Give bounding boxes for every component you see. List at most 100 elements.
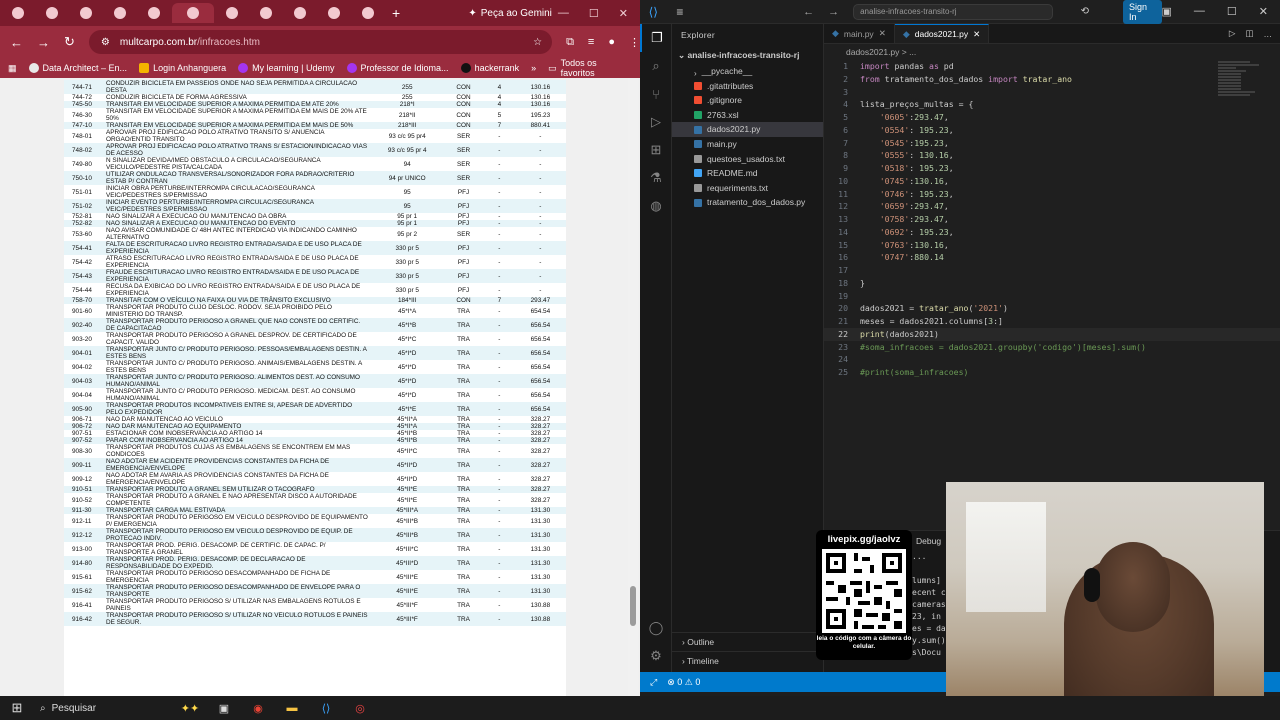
code-line[interactable]: 5 '0605':293.47, <box>824 111 1280 124</box>
code-line[interactable]: 22 print(dados2021) <box>824 327 1280 341</box>
all-bookmarks[interactable]: ▭ Todos os favoritos <box>548 58 632 78</box>
layout-icon[interactable]: ▣ <box>1162 5 1172 18</box>
settings-gear-icon[interactable]: ⚙ <box>640 642 672 670</box>
minimize-icon[interactable]: — <box>1194 5 1205 18</box>
code-line[interactable]: 20 dados2021 = tratar_ano('2021') <box>824 302 1280 315</box>
code-line[interactable]: 14 '0692': 195.23, <box>824 226 1280 239</box>
tab-dados2021-py[interactable]: ◆ dados2021.py ✕ <box>894 24 990 43</box>
account-icon[interactable]: ◯ <box>640 614 672 642</box>
chrome-tab[interactable] <box>216 3 248 23</box>
forward-icon[interactable]: → <box>828 6 839 18</box>
new-tab-button[interactable]: + <box>392 5 400 21</box>
project-folder[interactable]: ⌄ analise-infracoes-transito-rj <box>672 46 823 64</box>
code-line[interactable]: 18} <box>824 277 1280 290</box>
chrome-tab[interactable] <box>284 3 316 23</box>
code-line[interactable]: 25 #print(soma_infracoes) <box>824 366 1280 379</box>
code-line[interactable]: 19 <box>824 290 1280 303</box>
chrome-tab[interactable] <box>2 3 34 23</box>
chrome-tab[interactable] <box>70 3 102 23</box>
code-line[interactable]: 10 '0745':130.16, <box>824 175 1280 188</box>
chrome-taskbar-icon[interactable]: ◉ <box>246 699 270 717</box>
chrome-tab[interactable] <box>138 3 170 23</box>
code-line[interactable]: 23 #soma_infracoes = dados2021.groupby('c… <box>824 341 1280 354</box>
code-line[interactable]: 12 '0659':293.47, <box>824 200 1280 213</box>
forward-icon[interactable]: → <box>37 35 50 50</box>
split-editor-icon[interactable]: ◫ <box>1245 28 1253 39</box>
recorder-icon[interactable]: ◎ <box>348 699 372 717</box>
more-actions-icon[interactable]: … <box>1264 29 1273 39</box>
code-line[interactable]: 13 '0758':293.47, <box>824 213 1280 226</box>
maximize-icon[interactable]: ☐ <box>589 7 599 20</box>
tab-main-py[interactable]: ◆ main.py ✕ <box>824 24 895 43</box>
media-icon[interactable]: ≡ <box>588 36 594 48</box>
tab-debug[interactable]: Debug <box>916 536 941 546</box>
explorer-file-item[interactable]: requeriments.txt <box>672 181 823 196</box>
bookmark-item[interactable]: Data Architect – En... <box>28 63 127 73</box>
taskbar-search[interactable]: ⌕ Pesquisar <box>34 703 174 714</box>
explorer-file-item[interactable]: 2763.xsl <box>672 108 823 123</box>
minimap[interactable] <box>1218 60 1264 120</box>
chrome-tab[interactable] <box>352 3 384 23</box>
page-scrollbar[interactable] <box>628 78 638 696</box>
problems-indicator[interactable]: ⊗ 0 ⚠ 0 <box>667 677 700 688</box>
timeline-section[interactable]: › Timeline <box>672 651 824 670</box>
explorer-file-item[interactable]: › __pycache__ <box>672 64 823 79</box>
bookmark-item[interactable]: Login Anhanguera <box>139 63 226 73</box>
site-info-icon[interactable]: ⚙ <box>101 37 110 48</box>
breadcrumb[interactable]: dados2021.py > ... <box>824 44 1280 60</box>
remote-icon[interactable]: ⤢ <box>650 677 657 688</box>
chrome-tab[interactable] <box>250 3 282 23</box>
close-icon[interactable]: ✕ <box>619 7 628 20</box>
explorer-file-item[interactable]: questoes_usados.txt <box>672 152 823 167</box>
vscode-taskbar-icon[interactable]: ⟨⟩ <box>314 699 338 717</box>
profile-avatar[interactable]: ● <box>608 36 615 48</box>
code-line[interactable]: 3 <box>824 86 1280 99</box>
file-explorer-icon[interactable]: ▬ <box>280 699 304 717</box>
code-line[interactable]: 1 import pandas as pd <box>824 60 1280 73</box>
source-control-icon[interactable]: ⑂ <box>640 80 672 108</box>
maximize-icon[interactable]: ☐ <box>1227 5 1237 18</box>
chrome-tab[interactable] <box>172 3 214 23</box>
bookmark-star-icon[interactable]: ☆ <box>533 37 542 48</box>
python-icon[interactable]: ◍ <box>640 192 672 220</box>
apps-icon[interactable]: ▦ <box>8 63 17 74</box>
bookmark-item[interactable]: hackerrank <box>460 63 519 73</box>
close-icon[interactable]: ✕ <box>1259 5 1268 18</box>
extensions-icon[interactable]: ⧉ <box>566 36 574 49</box>
code-line[interactable]: 2 from tratamento_dos_dados import tratar… <box>824 73 1280 86</box>
code-line[interactable]: 16 '0747':880.14 <box>824 251 1280 264</box>
explorer-file-item[interactable]: dados2021.py <box>672 122 823 137</box>
code-line[interactable]: 9 '0518': 195.23, <box>824 162 1280 175</box>
code-line[interactable]: 24 <box>824 353 1280 366</box>
chrome-tab[interactable] <box>318 3 350 23</box>
run-icon[interactable]: ▷ <box>1229 28 1236 39</box>
search-icon[interactable]: ⌕ <box>640 52 672 80</box>
gemini-button[interactable]: ✦ Peça ao Gemini <box>468 8 552 19</box>
run-debug-icon[interactable]: ▷ <box>640 108 672 136</box>
code-editor[interactable]: 1 import pandas as pd 2 from tratamento_dos… <box>824 60 1280 379</box>
code-line[interactable]: 8 '0555': 130.16, <box>824 149 1280 162</box>
explorer-file-item[interactable]: .gitignore <box>672 93 823 108</box>
copilot-icon[interactable]: ⟲ <box>1081 6 1089 17</box>
menu-icon[interactable]: ≡ <box>667 5 694 19</box>
command-center-search[interactable]: analise-infracoes-transito-rj <box>853 3 1053 20</box>
extensions-icon[interactable]: ⊞ <box>640 136 672 164</box>
reload-icon[interactable]: ↻ <box>64 34 75 50</box>
bookmarks-overflow-icon[interactable]: » <box>531 63 536 73</box>
explorer-file-item[interactable]: tratamento_dos_dados.py <box>672 195 823 210</box>
code-line[interactable]: 21 meses = dados2021.columns[3:] <box>824 315 1280 328</box>
minimize-icon[interactable]: — <box>558 7 569 20</box>
explorer-file-item[interactable]: main.py <box>672 137 823 152</box>
code-line[interactable]: 11 '0746': 195.23, <box>824 188 1280 201</box>
sign-in-button[interactable]: Sign In <box>1122 0 1162 24</box>
chrome-tab[interactable] <box>104 3 136 23</box>
chrome-tab[interactable] <box>36 3 68 23</box>
explorer-file-item[interactable]: .gitattributes <box>672 79 823 94</box>
scrollbar-thumb[interactable] <box>630 586 636 626</box>
task-view-icon[interactable]: ▣ <box>212 699 236 717</box>
bookmark-item[interactable]: Professor de Idioma... <box>346 63 449 73</box>
back-icon[interactable]: ← <box>10 35 23 50</box>
outline-section[interactable]: › Outline <box>672 632 824 651</box>
explorer-icon[interactable]: ❐ <box>640 24 672 52</box>
code-line[interactable]: 17 <box>824 264 1280 277</box>
